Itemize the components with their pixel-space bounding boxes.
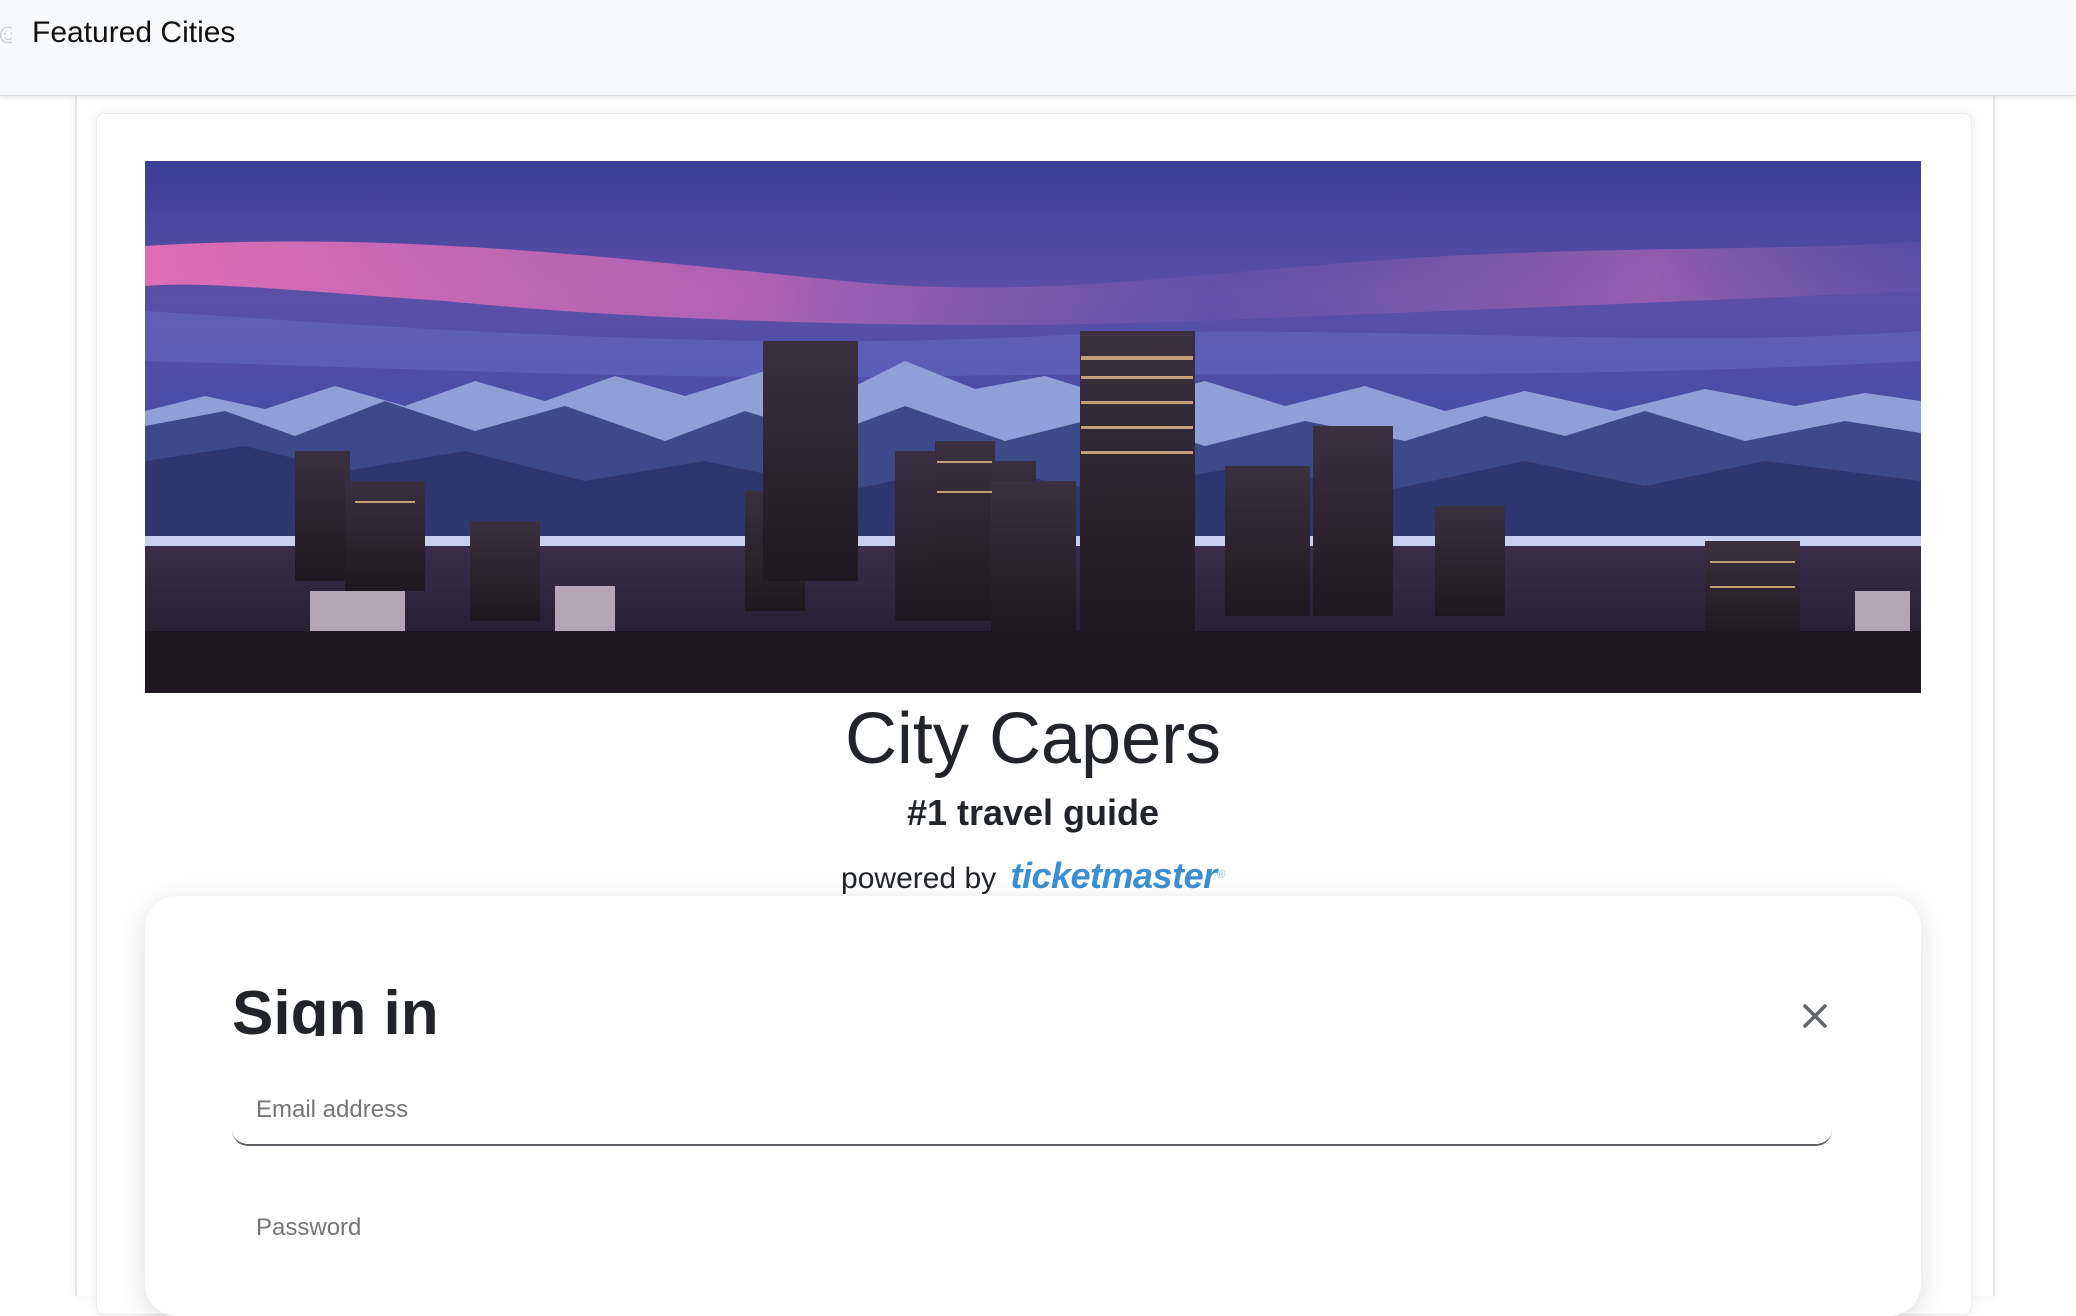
- person-icon: ☺: [0, 14, 12, 54]
- city-skyline-illustration: [145, 161, 1921, 693]
- site-subtitle: #1 travel guide: [906, 792, 1160, 833]
- navbar-brand-link[interactable]: Featured Cities: [32, 14, 235, 52]
- ticketmaster-logo-text: ticketmaster: [1010, 855, 1217, 896]
- password-input[interactable]: [254, 1154, 1804, 1262]
- powered-by-text: powered by: [841, 862, 997, 895]
- close-icon: [1803, 1004, 1827, 1028]
- close-button[interactable]: [1795, 996, 1835, 1036]
- top-navbar: ☺ Featured Cities: [0, 0, 2076, 96]
- password-field-wrapper: [232, 1154, 1832, 1262]
- site-title: City Capers: [844, 699, 1222, 779]
- ticketmaster-logo: ticketmaster®: [1010, 855, 1226, 896]
- powered-by-line: powered by ticketmaster®: [145, 852, 1921, 901]
- email-input[interactable]: [254, 1036, 1804, 1144]
- registered-mark: ®: [1216, 867, 1226, 881]
- email-field-wrapper: [232, 1036, 1832, 1146]
- sign-in-modal: Sign in: [145, 896, 1921, 1316]
- hero-image: [145, 161, 1921, 693]
